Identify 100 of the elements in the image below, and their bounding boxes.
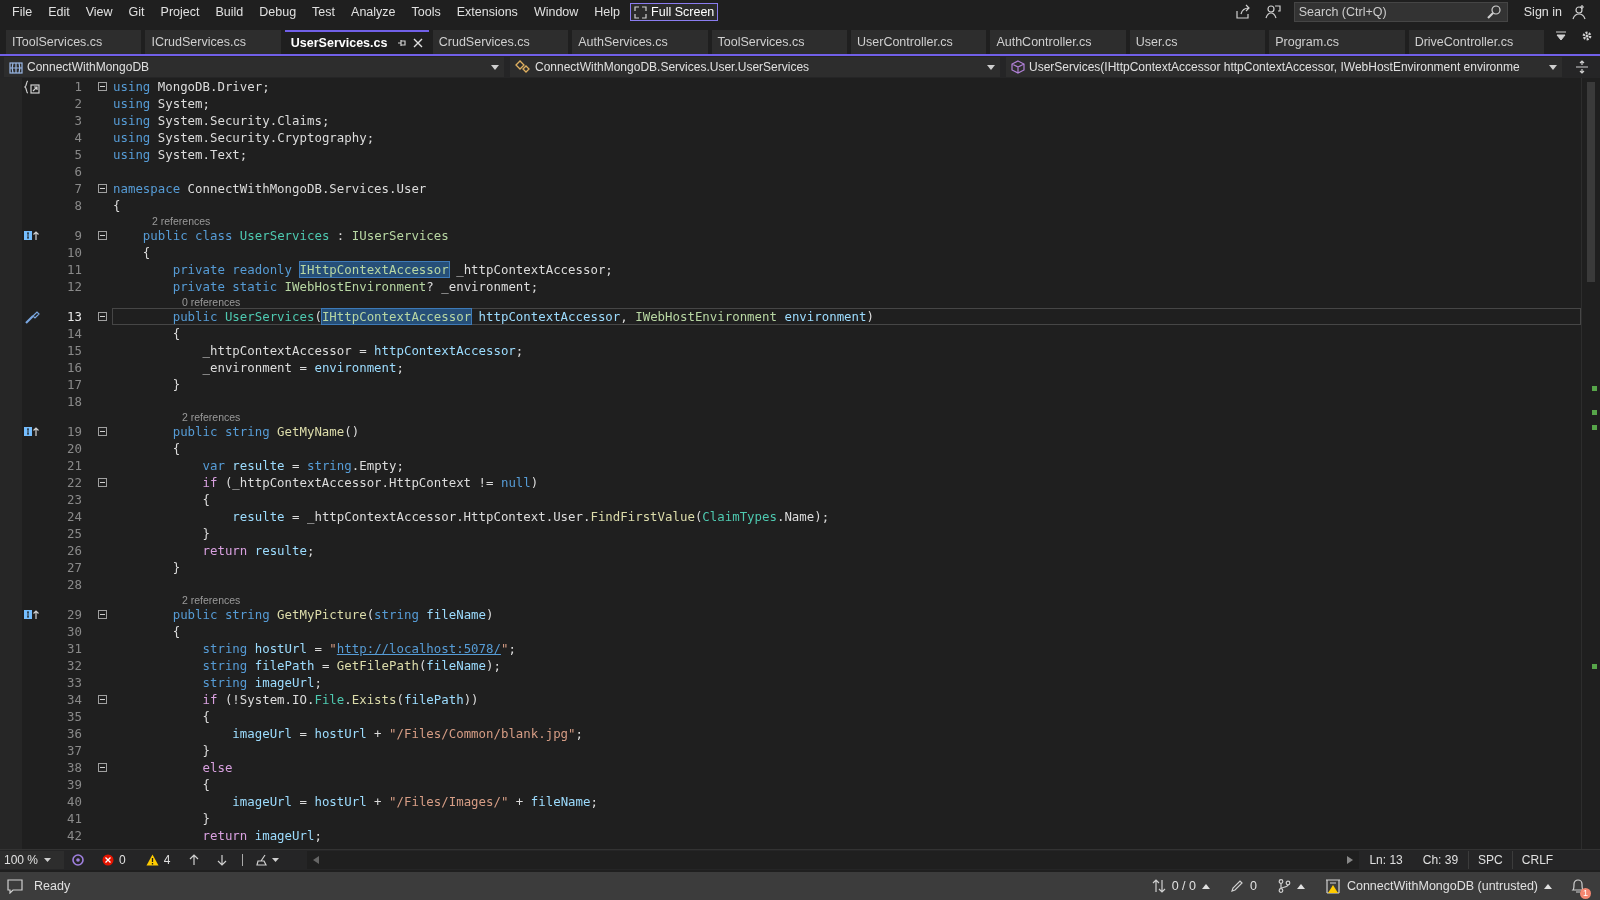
- line-number: 12: [66, 279, 82, 294]
- line-number: 32: [66, 658, 82, 673]
- line-number: 39: [66, 777, 82, 792]
- menu-item[interactable]: File: [4, 3, 41, 21]
- line-number: 8: [73, 198, 82, 213]
- codelens-link[interactable]: 2 references: [152, 214, 211, 227]
- zoom-dropdown[interactable]: 100 %: [0, 851, 64, 869]
- menu-item[interactable]: Git: [120, 3, 153, 21]
- code-line: using MongoDB.Driver;: [113, 79, 270, 94]
- file-tab[interactable]: DriveController.cs: [1408, 30, 1545, 54]
- code-line: namespace ConnectWithMongoDB.Services.User: [113, 181, 427, 196]
- code-line: string hostUrl = "http://localhost:5078/";: [201, 641, 516, 656]
- code-line: _environment = environment;: [201, 360, 404, 375]
- line-number: 37: [66, 743, 82, 758]
- code-line: return resulte;: [201, 543, 315, 558]
- code-line: using System.Security.Cryptography;: [113, 130, 375, 145]
- line-number: 20: [66, 441, 82, 456]
- menu-item[interactable]: Analyze: [343, 3, 404, 21]
- line-number: 6: [73, 164, 82, 179]
- code-line: if (!System.IO.File.Exists(filePath)): [201, 692, 479, 707]
- code-line: _httpContextAccessor = httpContextAccessor;: [201, 343, 524, 358]
- error-count[interactable]: 0: [102, 853, 126, 867]
- line-number: 14: [66, 326, 82, 341]
- member-dropdown[interactable]: UserServices(IHttpContextAccessor httpContextAccessor, IWebHostEnvironment environme: [1006, 57, 1562, 77]
- line-number: 26: [66, 543, 82, 558]
- line-number: 11: [66, 262, 82, 277]
- file-tab[interactable]: User.cs: [1129, 30, 1266, 54]
- full-screen-button[interactable]: Full Screen: [630, 3, 719, 21]
- line-number: 15: [66, 343, 82, 358]
- search-field[interactable]: Search (Ctrl+Q): [1293, 2, 1508, 22]
- line-number: 33: [66, 675, 82, 690]
- line-number: 40: [66, 794, 82, 809]
- menu-item[interactable]: Extensions: [448, 3, 526, 21]
- code-line: return imageUrl;: [201, 828, 322, 843]
- line-number: 5: [73, 147, 82, 162]
- menu-item[interactable]: Edit: [40, 3, 78, 21]
- code-line: {: [201, 492, 210, 507]
- line-number: 1: [73, 79, 82, 94]
- line-number: 2: [73, 96, 82, 111]
- code-line: public string GetMyName(): [171, 424, 360, 439]
- code-line: {: [113, 198, 121, 213]
- line-number: 41: [66, 811, 82, 826]
- file-tab[interactable]: CrudServices.cs: [432, 30, 569, 54]
- code-line: {: [141, 245, 151, 260]
- warning-count[interactable]: 4: [145, 853, 171, 867]
- line-number: 23: [66, 492, 82, 507]
- code-line: using System.Text;: [113, 147, 248, 162]
- code-line: resulte = _httpContextAccessor.HttpContext.User.FindFirstValue(ClaimTypes.Name);: [231, 509, 830, 524]
- line-number: 36: [66, 726, 82, 741]
- code-line: public string GetMyPicture(string fileName): [171, 607, 494, 622]
- menu-item[interactable]: Project: [152, 3, 208, 21]
- line-number: 4: [73, 130, 82, 145]
- line-number: 7: [73, 181, 82, 196]
- code-line: string filePath = GetFilePath(fileName);: [201, 658, 501, 673]
- line-number: 34: [66, 692, 82, 707]
- menu-item[interactable]: Help: [586, 3, 629, 21]
- line-ending-indicator[interactable]: CRLF: [1511, 851, 1563, 869]
- code-line: imageUrl = hostUrl + "/Files/Images/" + fileName;: [231, 794, 598, 809]
- code-line: }: [201, 811, 210, 826]
- codelens-link[interactable]: 0 references: [182, 295, 241, 308]
- code-line: using System.Security.Claims;: [113, 113, 330, 128]
- code-line: private static IWebHostEnvironment? _environment;: [171, 279, 539, 294]
- project-dropdown[interactable]: ConnectWithMongoDB: [4, 57, 504, 77]
- line-indicator: Ln: 13: [1369, 853, 1403, 867]
- line-number: 30: [66, 624, 82, 639]
- repository-button[interactable]: ConnectWithMongoDB (untrusted): [1324, 878, 1552, 894]
- line-number: 24: [66, 509, 82, 524]
- menu-item[interactable]: Test: [304, 3, 344, 21]
- line-number: 9: [73, 228, 82, 243]
- menu-item[interactable]: Debug: [251, 3, 305, 21]
- code-line: }: [201, 743, 210, 758]
- file-tab[interactable]: Program.cs: [1269, 30, 1405, 54]
- indentation-indicator[interactable]: SPC: [1468, 851, 1512, 869]
- status-text: Ready: [34, 879, 71, 893]
- file-tab[interactable]: AuthController.cs: [990, 30, 1126, 54]
- line-number: 28: [66, 577, 82, 592]
- sign-in-link[interactable]: Sign in: [1523, 5, 1562, 19]
- file-tab[interactable]: ICrudServices.cs: [145, 30, 281, 54]
- code-line: var resulte = string.Empty;: [201, 458, 404, 473]
- line-number: 38: [66, 760, 82, 775]
- type-dropdown[interactable]: ConnectWithMongoDB.Services.User.UserServices: [510, 57, 1000, 77]
- menu-item[interactable]: View: [77, 3, 121, 21]
- codelens-link[interactable]: 2 references: [182, 593, 241, 606]
- line-number: 31: [66, 641, 82, 656]
- file-tab[interactable]: UserController.cs: [851, 30, 987, 54]
- menu-item[interactable]: Window: [525, 3, 587, 21]
- menu-item[interactable]: Build: [207, 3, 252, 21]
- menu-item[interactable]: Tools: [403, 3, 449, 21]
- line-number: 21: [66, 458, 82, 473]
- codelens-link[interactable]: 2 references: [182, 410, 241, 423]
- code-line: {: [201, 709, 210, 724]
- line-number: 13: [66, 309, 82, 324]
- file-tab[interactable]: AuthServices.cs: [572, 30, 708, 54]
- file-tab[interactable]: ToolServices.cs: [711, 30, 847, 54]
- file-tab[interactable]: IToolServices.cs: [6, 30, 142, 54]
- changes-status[interactable]: 0: [1230, 879, 1257, 893]
- sync-status[interactable]: 0 / 0: [1151, 879, 1210, 893]
- code-line: using System;: [113, 96, 210, 111]
- code-line: {: [171, 624, 181, 639]
- code-line: public UserServices(IHttpContextAccessor httpContextAccessor, IWebHostEnvironment environment): [171, 309, 874, 324]
